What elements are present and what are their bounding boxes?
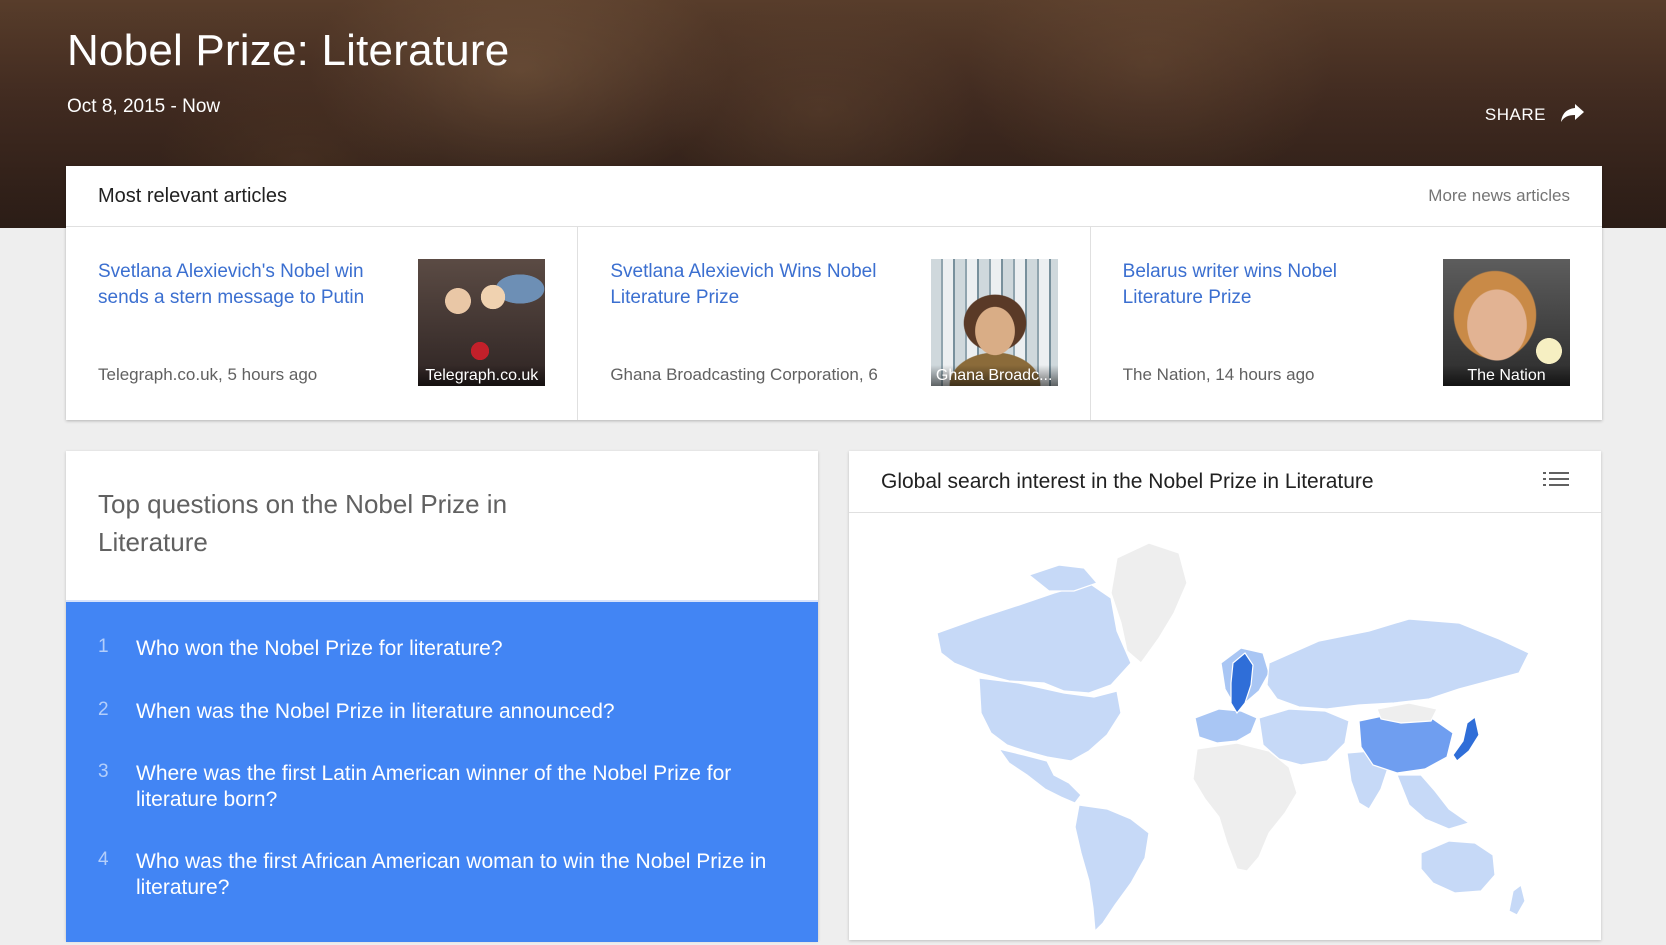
region-arctic-islands[interactable]	[1027, 564, 1099, 592]
question-text: Who won the Nobel Prize for literature?	[136, 637, 503, 660]
article-source: Telegraph.co.uk, 5 hours ago	[98, 365, 318, 384]
article-thumbnail[interactable]: Ghana Broadc...	[930, 259, 1058, 386]
article-card[interactable]: Belarus writer wins Nobel Literature Pri…	[1091, 227, 1602, 420]
question-text: When was the Nobel Prize in literature a…	[136, 700, 615, 723]
question-number: 2	[98, 699, 109, 720]
article-headline[interactable]: Svetlana Alexievich Wins Nobel Literatur…	[610, 259, 890, 311]
article-thumbnail[interactable]: The Nation	[1442, 259, 1570, 386]
article-headline[interactable]: Belarus writer wins Nobel Literature Pri…	[1123, 259, 1403, 311]
article-thumbnail[interactable]: Telegraph.co.uk	[418, 259, 546, 386]
question-item[interactable]: 2 When was the Nobel Prize in literature…	[98, 699, 788, 725]
region-africa[interactable]	[1192, 742, 1298, 872]
map-header: Global search interest in the Nobel Priz…	[849, 451, 1601, 513]
articles-header: Most relevant articles More news article…	[66, 166, 1602, 227]
article-headline[interactable]: Svetlana Alexievich's Nobel win sends a …	[98, 259, 378, 311]
questions-list: 1 Who won the Nobel Prize for literature…	[66, 600, 818, 942]
region-western-europe[interactable]	[1194, 708, 1258, 744]
region-japan[interactable]	[1452, 715, 1480, 762]
question-text: Who was the first African American woman…	[136, 850, 767, 899]
region-canada[interactable]	[936, 582, 1132, 694]
question-item[interactable]: 4 Who was the first African American wom…	[98, 849, 788, 901]
region-russia[interactable]	[1266, 618, 1530, 710]
region-new-zealand[interactable]	[1508, 883, 1526, 916]
articles-title: Most relevant articles	[98, 184, 287, 207]
region-mongolia[interactable]	[1376, 702, 1438, 724]
region-sweden[interactable]	[1230, 652, 1254, 715]
thumbnail-caption: Ghana Broadc...	[930, 365, 1058, 386]
world-map[interactable]	[849, 513, 1601, 940]
map-title: Global search interest in the Nobel Priz…	[881, 469, 1374, 493]
article-source: The Nation, 14 hours ago	[1122, 365, 1315, 384]
region-south-america[interactable]	[1074, 804, 1150, 933]
region-southeast-asia[interactable]	[1396, 774, 1471, 830]
question-number: 3	[98, 761, 109, 782]
question-text: Where was the first Latin American winne…	[136, 762, 732, 811]
question-item[interactable]: 3 Where was the first Latin American win…	[98, 761, 788, 813]
thumbnail-caption: Telegraph.co.uk	[418, 365, 546, 386]
region-australia[interactable]	[1420, 840, 1496, 894]
article-source: Ghana Broadcasting Corporation, 6	[610, 365, 878, 384]
region-usa[interactable]	[978, 677, 1122, 762]
thumbnail-caption: The Nation	[1442, 365, 1570, 386]
articles-row: Svetlana Alexievich's Nobel win sends a …	[66, 227, 1602, 420]
share-label: SHARE	[1484, 104, 1546, 124]
top-questions-card: Top questions on the Nobel Prize in Lite…	[66, 451, 818, 942]
list-view-icon[interactable]	[1543, 469, 1569, 494]
articles-card: Most relevant articles More news article…	[66, 166, 1602, 420]
article-card[interactable]: Svetlana Alexievich Wins Nobel Literatur…	[578, 227, 1091, 420]
share-icon	[1560, 100, 1586, 129]
page-title: Nobel Prize: Literature	[67, 26, 510, 75]
questions-title: Top questions on the Nobel Prize in Lite…	[98, 489, 508, 557]
question-number: 4	[98, 849, 109, 870]
article-card[interactable]: Svetlana Alexievich's Nobel win sends a …	[66, 227, 579, 420]
question-item[interactable]: 1 Who won the Nobel Prize for literature…	[98, 636, 788, 662]
search-interest-map-card: Global search interest in the Nobel Priz…	[849, 451, 1601, 940]
more-news-link[interactable]: More news articles	[1428, 186, 1570, 206]
date-range: Oct 8, 2015 - Now	[67, 96, 221, 117]
question-number: 1	[98, 636, 109, 657]
share-button[interactable]: SHARE	[1485, 100, 1586, 129]
